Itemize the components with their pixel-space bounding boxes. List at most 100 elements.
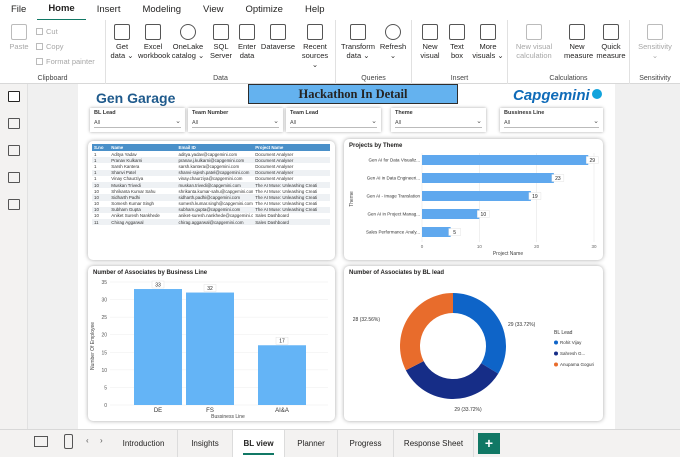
menu-view[interactable]: View xyxy=(192,0,234,20)
sensitivity-group-label: Sensitivity xyxy=(639,75,671,82)
cut-label: Cut xyxy=(46,27,58,36)
column-header[interactable]: S.no xyxy=(92,144,110,151)
y-tick-label: 30 xyxy=(101,298,107,304)
dax-query-view-icon[interactable] xyxy=(7,172,20,183)
slicer-value[interactable]: All xyxy=(504,117,599,128)
paste-button[interactable]: Paste xyxy=(6,24,32,51)
slicer-bl-lead[interactable]: BL Lead All xyxy=(90,108,185,132)
get-data-button[interactable]: Get data ⌄ xyxy=(108,24,136,60)
enter-data-button[interactable]: Enter data xyxy=(236,24,258,60)
chevron-right-icon[interactable]: › xyxy=(100,436,103,445)
associates-by-bl-lead-card: Number of Associates by BL lead 29 (33.7… xyxy=(344,266,603,421)
copy-button[interactable]: Copy xyxy=(36,42,64,51)
slicer-theme[interactable]: Theme All xyxy=(391,108,486,132)
column-header[interactable]: Name xyxy=(109,144,177,151)
slicer-value[interactable]: All xyxy=(94,117,181,128)
dataverse-icon xyxy=(270,24,286,40)
tab-insights[interactable]: Insights xyxy=(178,430,233,457)
enter-data-label: Enter data xyxy=(238,42,256,60)
excel-workbook-button[interactable]: Excel workbook xyxy=(138,24,170,60)
table-row[interactable]: 10 Sidharth Padhi sidharth.padhi@capgemini… xyxy=(92,194,330,201)
chevron-left-icon[interactable]: ‹ xyxy=(86,436,89,445)
recent-sources-button[interactable]: Recent sources ⌄ xyxy=(298,24,332,69)
tab-bl-view[interactable]: BL view xyxy=(233,430,285,457)
slicer-value[interactable]: All xyxy=(395,117,482,128)
data-label: 29 xyxy=(589,158,595,164)
table-row[interactable]: 10 Shrikanta Kumar Sahu shrikanta.kumar-sa… xyxy=(92,188,330,194)
onelake-catalog-button[interactable]: OneLake catalog ⌄ xyxy=(170,24,206,60)
donut-slice xyxy=(405,361,499,399)
donut-slice xyxy=(453,293,506,374)
data-label: 32 xyxy=(207,286,213,292)
mobile-layout-icon[interactable] xyxy=(64,434,73,449)
tab-progress[interactable]: Progress xyxy=(338,430,394,457)
text-box-icon xyxy=(449,24,465,40)
brand-title: Gen Garage xyxy=(96,90,176,106)
format-painter-button[interactable]: Format painter xyxy=(36,57,95,66)
associates-table[interactable]: S.no Name Email ID Project Name 1 Aditya Yad… xyxy=(92,144,330,226)
column-header[interactable]: Email ID xyxy=(176,144,254,151)
associates-by-business-line-chart[interactable]: 05101520253035 33DE32FS17AI&ABussiness Li… xyxy=(88,266,335,421)
menu-insert[interactable]: Insert xyxy=(86,0,132,20)
quick-measure-label: Quick measure xyxy=(596,42,626,60)
model-view-icon[interactable] xyxy=(7,145,20,156)
column-header[interactable]: Project Name xyxy=(253,144,330,151)
report-view-icon[interactable] xyxy=(7,91,20,102)
menu-help[interactable]: Help xyxy=(294,0,336,20)
y-tick-label: 0 xyxy=(104,403,107,409)
y-tick-label: 10 xyxy=(101,368,107,374)
right-gutter xyxy=(615,84,680,429)
table-row[interactable]: 10 Somesh Kumar Singh somesh.kumar.singh@c… xyxy=(92,201,330,207)
table-cell: chirag.aggarwal@capgemini.com xyxy=(176,219,254,226)
new-visual-calculation-button[interactable]: New visual calculation xyxy=(514,24,554,60)
menu-modeling[interactable]: Modeling xyxy=(131,0,192,20)
get-data-label: Get data ⌄ xyxy=(110,42,134,60)
sql-server-button[interactable]: SQL Server xyxy=(208,24,234,60)
category-label: Gen AI for Data Visualiz... xyxy=(369,158,420,163)
slicer-value[interactable]: All xyxy=(192,117,279,128)
menu-home[interactable]: Home xyxy=(37,0,86,21)
category-label: AI&A xyxy=(275,408,289,414)
y-axis-title: Number Of Employee xyxy=(90,322,96,370)
chart-title: Projects by Theme xyxy=(349,143,403,149)
transform-data-button[interactable]: Transform data ⌄ xyxy=(340,24,376,60)
tmdl-view-icon[interactable] xyxy=(7,199,20,210)
quick-measure-button[interactable]: Quick measure xyxy=(594,24,628,60)
table-view-icon[interactable] xyxy=(7,118,20,129)
table-cell: shrikanta.kumar-sahu@capgemini.com xyxy=(178,188,254,194)
table-cell: vinay.chaurziya@capgemini.com xyxy=(178,176,243,182)
calculations-group-label: Calculations xyxy=(549,75,588,82)
tab-introduction[interactable]: Introduction xyxy=(110,430,178,457)
slicer-team-number[interactable]: Team Number All xyxy=(188,108,283,132)
tab-response-sheet[interactable]: Response Sheet xyxy=(394,430,474,457)
y-tick-label: 25 xyxy=(101,315,107,321)
table-row[interactable]: 10 Subham Gupta subham.gupta@capgemini.com… xyxy=(92,206,330,213)
calculator-icon xyxy=(569,24,585,40)
projects-by-theme-chart[interactable]: 0 10 20 30 Gen AI for Data Visualiz... 29 Gen … xyxy=(344,139,603,260)
menu-optimize[interactable]: Optimize xyxy=(234,0,293,20)
table-cell: somesh.kumar.singh@capgemini.com xyxy=(178,201,253,207)
bar xyxy=(422,209,480,219)
slicer-team-lead[interactable]: Team Lead All xyxy=(286,108,381,132)
menu-file[interactable]: File xyxy=(0,0,37,20)
dataverse-button[interactable]: Dataverse xyxy=(260,24,296,51)
more-visuals-button[interactable]: More visuals ⌄ xyxy=(472,24,504,60)
table-row[interactable]: 11 Chirag Aggarwal chirag.aggarwal@capgemi… xyxy=(92,219,330,226)
tab-planner[interactable]: Planner xyxy=(285,430,338,457)
table-row[interactable]: 10 Muskan Trivedi muskan.trivedi@capgemini… xyxy=(92,181,330,189)
sensitivity-button[interactable]: Sensitivity ⌄ xyxy=(634,24,676,60)
text-box-button[interactable]: Text box xyxy=(446,24,468,60)
desktop-layout-icon[interactable] xyxy=(34,436,48,447)
refresh-button[interactable]: Refresh ⌄ xyxy=(378,24,408,60)
slicer-business-line[interactable]: Bussiness Line All xyxy=(500,108,603,132)
associates-by-bl-lead-chart[interactable]: 29 (33.72%) 28 (32.56%) 29 (33.72%) BL Lead… xyxy=(344,266,603,421)
more-visuals-icon xyxy=(480,24,496,40)
y-tick-label: 15 xyxy=(101,350,107,356)
new-visual-button[interactable]: New visual xyxy=(418,24,442,60)
cut-button[interactable]: Cut xyxy=(36,27,58,36)
new-measure-button[interactable]: New measure xyxy=(564,24,593,60)
chart-title: Number of Associates by BL lead xyxy=(349,270,445,276)
excel-icon xyxy=(145,24,161,40)
slicer-value[interactable]: All xyxy=(290,117,377,128)
add-page-button[interactable]: + xyxy=(478,433,500,454)
